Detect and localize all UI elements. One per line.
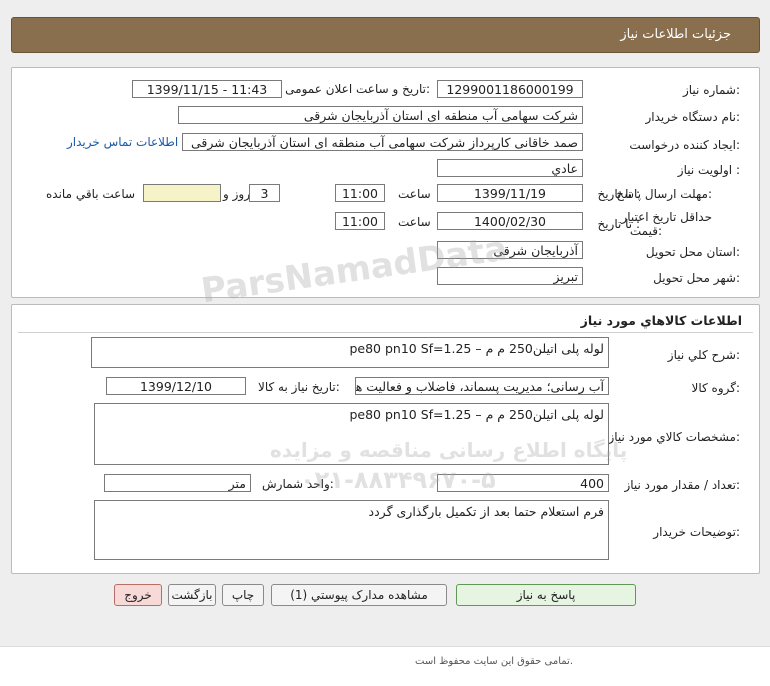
footer [0,646,770,686]
province-label: استان محل تحویل: [645,245,740,259]
deadline-time-label: ساعت [398,187,431,201]
notes-field: فرم استعلام حتما بعد از تکمیل بارگذاری گ… [94,500,609,560]
deadline-time-field: 11:00 [335,184,385,202]
notes-label: توضیحات خریدار: [653,525,740,539]
buyer-org-label: نام دستگاه خریدار: [645,110,741,124]
creator-field: صمد خاقانی کارپرداز شرکت سهامی آب منطقه … [182,133,583,151]
announce-label: تاریخ و ساعت اعلان عمومی: [285,82,430,96]
need-date-label: تاریخ نیاز به کالا: [258,380,340,394]
reply-button[interactable]: پاسخ به نیاز [456,584,636,606]
summary-field: لوله پلی اتیلن250 م م – pe80 pn10 Sf=1.2… [91,337,609,368]
buyer-org-field: شرکت سهامی آب منطقه ای استان آذربایجان ش… [178,106,583,124]
goods-section-title: اطلاعات کالاهاي مورد نياز [580,313,742,328]
need-date-field: 1399/12/10 [106,377,246,395]
group-field: آب رسانی؛ مدیریت پسماند، فاضلاب و فعالیت… [355,377,609,395]
attachments-button[interactable]: مشاهده مدارک پیوستي (1) [271,584,447,606]
need-number-label: شماره نیاز: [682,83,740,97]
validity-time-label: ساعت [398,215,431,229]
city-field: تبریز [437,267,583,285]
page-title: جزئیات اطلاعات نیاز [620,27,731,42]
need-details-panel [11,67,760,298]
summary-label: شرح کلي نياز: [667,348,740,362]
validity-time-field: 11:00 [335,212,385,230]
exit-button[interactable]: خروج [114,584,162,606]
specs-label: مشخصات کالاي مورد نياز: [608,430,740,444]
days-field: 3 [249,184,280,202]
remaining-time-field [143,184,221,202]
unit-label: واحد شمارش: [262,477,334,491]
validity-date-field: 1400/02/30 [437,212,583,230]
remaining-label: ساعت باقي مانده [46,187,136,201]
unit-field: متر [104,474,251,492]
days-label: روز و [223,187,250,201]
quantity-label: تعداد / مقدار مورد نیاز: [624,478,740,492]
print-button[interactable]: چاپ [222,584,264,606]
buyer-contact-link[interactable]: اطلاعات تماس خریدار [67,135,178,149]
validity-to-date-label: تا تاریخ : [597,217,640,231]
creator-label: ایجاد کننده درخواست: [629,138,740,152]
priority-field: عادي [437,159,583,177]
city-label: شهر محل تحویل: [653,271,740,285]
specs-field: لوله پلی اتیلن250 م م – pe80 pn10 Sf=1.2… [94,403,609,465]
back-button[interactable]: بازگشت [168,584,216,606]
province-field: آذربایجان شرقی [437,241,583,259]
deadline-to-date-label: تا تاریخ : [597,187,640,201]
quantity-field: 400 [437,474,609,492]
copyright-text: تمامی حقوق این سایت محفوظ است. [415,656,574,667]
deadline-date-field: 1399/11/19 [437,184,583,202]
goods-section-divider [18,332,753,333]
announce-field: 1399/11/15 - 11:43 [132,80,282,98]
page-header: جزئیات اطلاعات نیاز [11,17,760,53]
need-number-field: 1299001186000199 [437,80,583,98]
group-label: گروه کالا: [691,381,741,395]
priority-label: اولویت نیاز : [677,163,740,177]
